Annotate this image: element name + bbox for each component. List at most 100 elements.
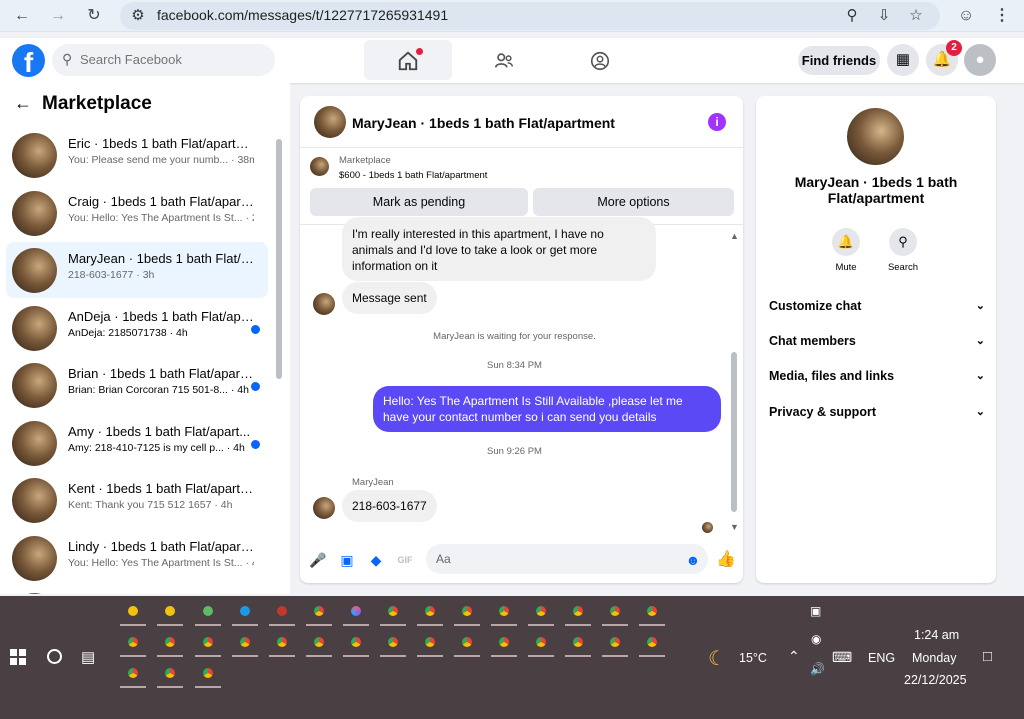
bookmark-star-icon[interactable]: ☆ — [906, 6, 926, 26]
conversation-item[interactable]: Kent · 1beds 1 bath Flat/apartm... Kent: … — [6, 472, 268, 528]
moon-weather-icon[interactable]: ☾ — [708, 646, 726, 671]
chrome-icon[interactable] — [304, 629, 334, 657]
chrome-icon[interactable] — [452, 629, 482, 657]
apps-menu-icon[interactable]: ▦ — [887, 44, 919, 76]
chat-title[interactable]: MaryJean · 1beds 1 bath Flat/apartment — [352, 115, 615, 131]
chrome-icon[interactable] — [489, 629, 519, 657]
emoji-icon[interactable]: ☻ — [684, 551, 702, 569]
back-arrow-icon[interactable]: ← — [12, 6, 32, 26]
conversation-item[interactable]: MaryJean · 1beds 1 bath Flat/ap... 218-60… — [6, 242, 268, 298]
chrome-icon[interactable] — [118, 629, 148, 657]
find-friends-button[interactable]: Find friends — [798, 46, 880, 75]
file-explorer-icon[interactable] — [155, 598, 185, 626]
mute-button[interactable]: 🔔 Mute — [821, 228, 871, 273]
speaker-icon[interactable]: 🔊 — [810, 662, 825, 676]
windows-start-icon[interactable] — [10, 649, 26, 665]
conversation-item[interactable]: Amy · 1beds 1 bath Flat/apart... Amy: 218… — [6, 415, 268, 471]
network-icon[interactable]: ▣ — [810, 604, 821, 618]
more-options-button[interactable]: More options — [533, 188, 734, 216]
chrome-icon[interactable] — [415, 598, 445, 626]
paint-icon[interactable] — [267, 598, 297, 626]
chrome-icon[interactable] — [563, 629, 593, 657]
chat-scrollbar[interactable] — [731, 352, 737, 512]
chrome-icon[interactable] — [341, 629, 371, 657]
forward-arrow-icon[interactable]: → — [48, 6, 68, 26]
privacy-support-item[interactable]: Privacy & support ⌄ — [769, 405, 985, 425]
media-files-links-item[interactable]: Media, files and links ⌄ — [769, 369, 985, 389]
chrome-icon[interactable] — [193, 629, 223, 657]
chrome-icon[interactable] — [526, 598, 556, 626]
back-arrow-icon[interactable]: ← — [14, 93, 32, 113]
chrome-icon[interactable] — [637, 629, 667, 657]
conversation-item[interactable]: Lindy · 1beds 1 bath Flat/apartm... You: … — [6, 530, 268, 586]
scroll-up-arrow-icon[interactable]: ▲ — [730, 231, 739, 241]
photo-icon[interactable]: ▣ — [338, 551, 356, 569]
info-icon[interactable]: i — [708, 113, 726, 131]
notifications-icon[interactable]: □ — [983, 648, 992, 665]
chat-members-item[interactable]: Chat members ⌄ — [769, 334, 985, 354]
sticky-notes-icon[interactable] — [118, 598, 148, 626]
tab-home[interactable] — [364, 40, 452, 80]
chrome-icon[interactable] — [155, 629, 185, 657]
sticker-icon[interactable]: ◆ — [367, 551, 385, 569]
profile-avatar[interactable] — [847, 108, 904, 165]
conversation-item[interactable]: Craig · 1beds 1 bath Flat/apartm... You: … — [6, 185, 268, 241]
chrome-icon[interactable] — [230, 629, 260, 657]
chrome-icon[interactable] — [193, 660, 223, 688]
chrome-icon[interactable] — [600, 629, 630, 657]
language-indicator[interactable]: ENG — [868, 651, 895, 665]
install-icon[interactable]: ⇩ — [874, 6, 894, 26]
chrome-icon[interactable] — [378, 598, 408, 626]
chrome-icon[interactable] — [155, 660, 185, 688]
facebook-logo-icon[interactable]: f — [12, 44, 45, 77]
scroll-down-arrow-icon[interactable]: ▼ — [730, 522, 739, 532]
chrome-icon[interactable] — [489, 598, 519, 626]
like-thumb-icon[interactable]: 👍 — [716, 551, 736, 569]
mark-as-pending-button[interactable]: Mark as pending — [310, 188, 528, 216]
chrome-icon[interactable] — [526, 629, 556, 657]
reload-icon[interactable]: ↻ — [84, 6, 104, 26]
edge-browser-icon[interactable] — [230, 598, 260, 626]
profile-icon[interactable]: ☺ — [956, 6, 976, 26]
chat-avatar[interactable] — [314, 106, 346, 138]
app-icon[interactable] — [193, 598, 223, 626]
keyboard-icon[interactable]: ⌨ — [832, 649, 852, 666]
sidebar-scrollbar[interactable] — [276, 139, 282, 379]
gif-icon[interactable]: GIF — [396, 551, 414, 569]
tab-friends[interactable] — [460, 40, 548, 80]
chrome-icon[interactable] — [637, 598, 667, 626]
zoom-icon[interactable]: ⚲ — [842, 6, 862, 26]
chrome-icon[interactable] — [452, 598, 482, 626]
chrome-icon[interactable] — [267, 629, 297, 657]
chevron-up-icon[interactable]: ⌃ — [788, 648, 800, 665]
copilot-icon[interactable] — [341, 598, 371, 626]
chrome-icon[interactable] — [600, 598, 630, 626]
chrome-icon[interactable] — [378, 629, 408, 657]
address-bar[interactable]: ⚙ facebook.com/messages/t/12277172659314… — [120, 2, 940, 30]
search-button[interactable]: ⚲ Search — [878, 228, 928, 273]
menu-icon[interactable]: ⋮ — [992, 6, 1012, 26]
conversation-item[interactable]: Brian · 1beds 1 bath Flat/apart... Brian:… — [6, 357, 268, 413]
microphone-icon[interactable]: 🎤 — [309, 551, 327, 569]
site-settings-icon[interactable]: ⚙ — [128, 6, 148, 26]
tab-groups[interactable] — [556, 40, 644, 80]
conversation-item[interactable] — [6, 587, 268, 594]
customize-chat-item[interactable]: Customize chat ⌄ — [769, 299, 985, 319]
clock-date[interactable]: 22/12/2025 — [904, 673, 967, 687]
search-input[interactable] — [80, 52, 260, 67]
search-box[interactable]: ⚲ — [52, 44, 275, 76]
clock-time[interactable]: 1:24 am — [914, 628, 959, 642]
weather-temp[interactable]: 15°C — [739, 651, 767, 665]
clock-day[interactable]: Monday — [912, 651, 956, 665]
message-input[interactable]: Aa — [426, 544, 708, 574]
url-text[interactable]: facebook.com/messages/t/1227717265931491 — [157, 7, 448, 23]
account-avatar-icon[interactable]: ● — [964, 44, 996, 76]
task-view-icon[interactable]: ▤ — [81, 648, 95, 666]
chrome-icon[interactable] — [118, 660, 148, 688]
chrome-icon[interactable] — [304, 598, 334, 626]
meet-icon[interactable]: ◉ — [811, 632, 821, 646]
chrome-icon[interactable] — [415, 629, 445, 657]
search-circle-icon[interactable] — [47, 649, 62, 664]
conversation-item[interactable]: Eric · 1beds 1 bath Flat/apartment You: P… — [6, 127, 268, 183]
conversation-item[interactable]: AnDeja · 1beds 1 bath Flat/apa... AnDeja:… — [6, 300, 268, 356]
